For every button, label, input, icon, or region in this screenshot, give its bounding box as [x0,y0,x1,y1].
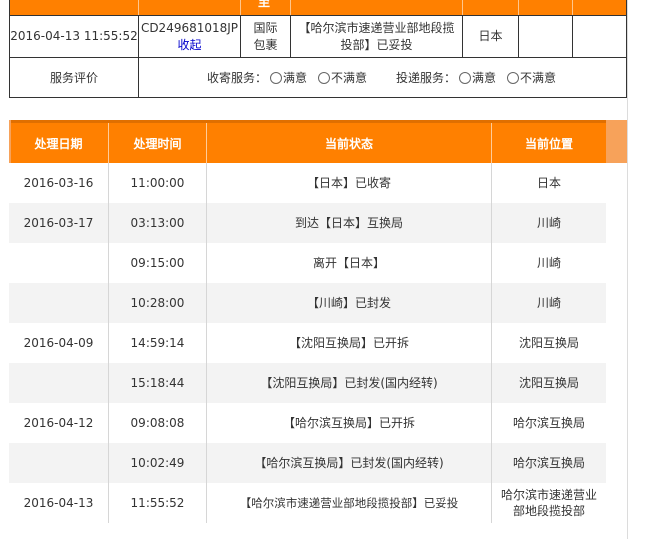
row-location: 沈阳互换局 [518,376,579,390]
row-date: 2016-04-12 [23,416,94,430]
row-date: 2016-03-16 [23,176,94,190]
row-date [9,283,108,323]
pickup-satisfied-label: 满意 [283,71,308,85]
summary-header-text: 至 [258,0,271,9]
table-row: 2016-04-12 09:08:08 【哈尔滨互换局】已开拆 哈尔滨互换局 [9,403,627,443]
summary-status: 【哈尔滨市速递营业部地段揽投部】已妥投 [298,20,455,52]
header-location: 当前位置 [524,136,573,151]
row-status: 【哈尔滨互换局】已开拆 [282,416,415,430]
header-date: 处理日期 [34,136,83,151]
table-row: 2016-03-17 03:13:00 到达【日本】互换局 川崎 [9,203,627,243]
row-time: 11:00:00 [130,176,185,190]
summary-row: 2016-04-13 11:55:52 CD249681018JP 收起 国际包… [10,15,626,58]
row-status: 【哈尔滨市速递营业部地段揽投部】已妥投 [239,496,459,510]
summary-empty-cell [519,16,572,57]
summary-empty-cell [573,16,626,57]
row-time: 09:08:08 [130,416,185,430]
row-time: 11:55:52 [130,496,185,510]
row-status: 离开【日本】 [312,256,385,270]
pickup-evaluation: 收寄服务： 满意 不满意 [207,58,367,97]
row-time: 10:02:49 [130,456,185,470]
row-time: 10:28:00 [130,296,185,310]
table-row: 2016-04-09 14:59:14 【沈阳互换局】已开拆 沈阳互换局 [9,323,627,363]
row-location: 川崎 [536,216,561,230]
delivery-unsatisfied-label: 不满意 [520,71,557,85]
row-time: 03:13:00 [130,216,185,230]
table-row: 15:18:44 【沈阳互换局】已封发(国内经转) 沈阳互换局 [9,363,627,403]
row-time: 09:15:00 [130,256,185,270]
row-status: 【沈阳互换局】已开拆 [288,336,409,350]
row-date [9,443,108,483]
summary-date: 2016-04-13 11:55:52 [10,29,138,43]
table-row: 10:02:49 【哈尔滨互换局】已封发(国内经转) 哈尔滨互换局 [9,443,627,483]
summary-type: 国际包裹 [253,20,278,52]
row-location: 日本 [536,176,561,190]
service-evaluation-row: 服务评价 收寄服务： 满意 不满意 投递服务： 满意 不满意 [10,58,626,97]
tracking-table: 处理日期 处理时间 当前状态 当前位置 2016-03-16 11:00:00 … [9,120,627,523]
row-location: 哈尔滨互换局 [512,416,585,430]
tracking-header: 处理日期 处理时间 当前状态 当前位置 [9,120,627,163]
pickup-unsatisfied-label: 不满意 [331,71,368,85]
summary-number-cell: CD249681018JP 收起 [139,16,240,57]
collapse-link[interactable]: 收起 [177,37,201,54]
summary-table: 至 2016-04-13 11:55:52 CD249681018JP 收起 国… [9,0,627,98]
pickup-satisfied-radio[interactable] [270,71,283,84]
row-location: 川崎 [536,256,561,270]
row-date [9,363,108,403]
row-location: 哈尔滨互换局 [512,456,585,470]
row-date: 2016-04-09 [23,336,94,350]
row-location: 川崎 [536,296,561,310]
row-date: 2016-04-13 [23,496,94,510]
summary-destination: 日本 [478,29,503,43]
table-row: 09:15:00 离开【日本】 川崎 [9,243,627,283]
summary-header-strip: 至 [10,0,626,15]
row-date [9,243,108,283]
pickup-label: 收寄服务： [207,71,268,85]
row-status: 【日本】已收寄 [306,176,391,190]
evaluation-label: 服务评价 [49,71,98,85]
tracking-body: 2016-03-16 11:00:00 【日本】已收寄 日本 2016-03-1… [9,163,627,523]
page-right-border [627,0,628,539]
delivery-unsatisfied-radio[interactable] [507,71,520,84]
row-status: 到达【日本】互换局 [294,216,403,230]
table-row: 2016-04-13 11:55:52 【哈尔滨市速递营业部地段揽投部】已妥投 … [9,483,627,523]
row-status: 【哈尔滨互换局】已封发(国内经转) [254,456,444,470]
row-date: 2016-03-17 [23,216,94,230]
row-status: 【沈阳互换局】已封发(国内经转) [260,376,438,390]
delivery-satisfied-label: 满意 [472,71,497,85]
row-status: 【川崎】已封发 [306,296,391,310]
header-time: 处理时间 [133,136,182,151]
row-time: 15:18:44 [130,376,185,390]
delivery-label: 投递服务： [396,71,457,85]
table-row: 2016-03-16 11:00:00 【日本】已收寄 日本 [9,163,627,203]
delivery-satisfied-radio[interactable] [459,71,472,84]
row-time: 14:59:14 [130,336,185,350]
pickup-unsatisfied-radio[interactable] [318,71,331,84]
row-location: 沈阳互换局 [518,336,579,350]
delivery-evaluation: 投递服务： 满意 不满意 [396,58,556,97]
header-status: 当前状态 [324,136,373,151]
row-location: 哈尔滨市速递营业部地段揽投部 [500,488,597,518]
mail-number: CD249681018JP [140,20,239,35]
table-row: 10:28:00 【川崎】已封发 川崎 [9,283,627,323]
